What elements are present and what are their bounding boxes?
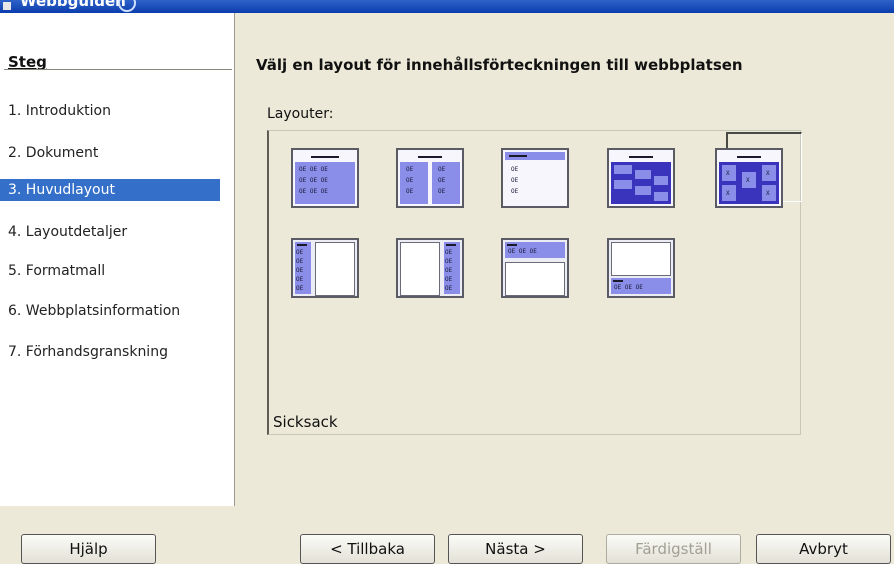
layout-thumb-4[interactable] [607, 148, 675, 208]
step-item-formatmall[interactable]: 5. Formatmall [0, 260, 220, 282]
button-bar: Hjälp < Tillbaka Nästa > Färdigställ Avb… [0, 506, 894, 564]
layout-gallery: OE OE OE OE OE OE OE OE OE OE OE OE OE O… [267, 130, 802, 435]
window-title: Webbguiden [20, 0, 126, 10]
layout-thumb-5-sicksack[interactable]: X X X X X [715, 148, 783, 208]
layout-thumb-9[interactable]: OE OE OE [607, 238, 675, 298]
back-button[interactable]: < Tillbaka [300, 534, 435, 564]
cancel-button[interactable]: Avbryt [756, 534, 891, 564]
step-item-layoutdetaljer[interactable]: 4. Layoutdetaljer [0, 221, 220, 243]
step-item-forhandsgranskning[interactable]: 7. Förhandsgranskning [0, 341, 220, 363]
help-button[interactable]: Hjälp [21, 534, 156, 564]
layout-thumb-8[interactable]: OE OE OE [501, 238, 569, 298]
step-item-huvudlayout[interactable]: 3. Huvudlayout [0, 179, 220, 201]
finish-button[interactable]: Färdigställ [606, 534, 741, 564]
layout-thumb-1[interactable]: OE OE OE OE OE OE OE OE OE [291, 148, 359, 208]
page-title: Välj en layout för innehållsförteckninge… [256, 56, 743, 74]
step-item-webbplatsinformation[interactable]: 6. Webbplatsinformation [0, 300, 220, 322]
app-icon [3, 2, 11, 10]
selected-layout-name: Sicksack [273, 413, 338, 431]
layout-thumb-6[interactable]: OE OE OE OE OE [291, 238, 359, 298]
title-bar: Webbguiden [0, 0, 894, 13]
next-button[interactable]: Nästa > [448, 534, 583, 564]
layout-thumb-2[interactable]: OE OE OE OE OE OE [396, 148, 464, 208]
main-content: Välj en layout för innehållsförteckninge… [236, 13, 894, 506]
steps-divider [4, 69, 232, 70]
layouts-label: Layouter: [267, 106, 334, 122]
steps-panel: Steg 1. Introduktion 2. Dokument 3. Huvu… [0, 13, 235, 506]
layout-thumb-7[interactable]: OE OE OE OE OE [396, 238, 464, 298]
layout-thumb-3[interactable]: OE OE OE [501, 148, 569, 208]
title-dropdown-icon[interactable] [118, 0, 136, 12]
step-item-dokument[interactable]: 2. Dokument [0, 142, 220, 164]
step-item-introduktion[interactable]: 1. Introduktion [0, 100, 220, 122]
